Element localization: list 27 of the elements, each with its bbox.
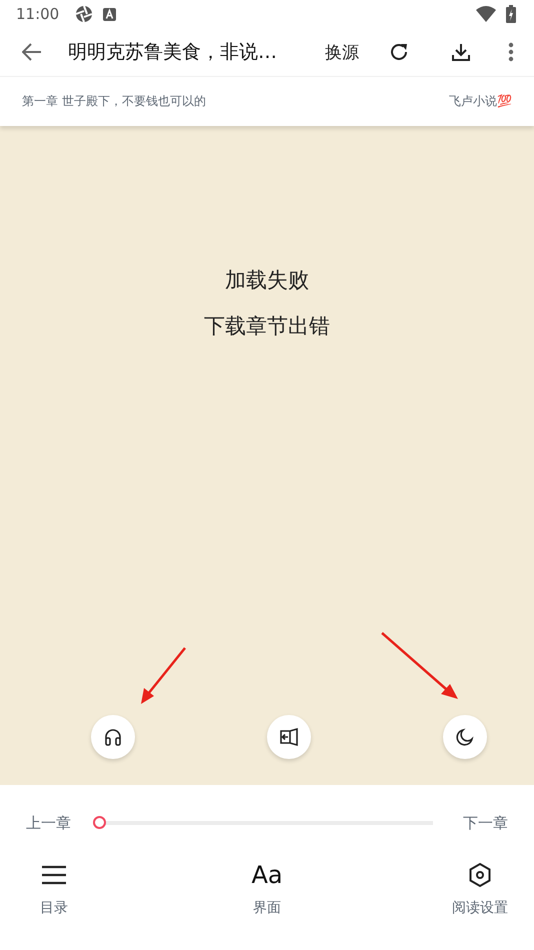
app-notification-icon bbox=[103, 8, 116, 20]
more-icon[interactable] bbox=[508, 42, 514, 62]
night-mode-button[interactable] bbox=[443, 715, 487, 759]
error-title: 加载失败 bbox=[225, 267, 309, 294]
book-source: 飞卢小说💯 bbox=[449, 93, 512, 110]
display-tab[interactable]: Aa 界面 bbox=[229, 861, 305, 917]
change-source-button[interactable]: 换源 bbox=[325, 40, 359, 64]
back-arrow-icon[interactable] bbox=[22, 43, 42, 61]
error-message: 下载章节出错 bbox=[204, 313, 330, 340]
settings-tab[interactable]: 阅读设置 bbox=[442, 861, 518, 917]
contents-tab[interactable]: 目录 bbox=[16, 861, 92, 917]
aperture-icon bbox=[75, 5, 94, 23]
refresh-icon[interactable] bbox=[389, 42, 409, 62]
headphones-icon bbox=[103, 727, 123, 747]
listen-button[interactable] bbox=[91, 715, 135, 759]
exit-button[interactable] bbox=[267, 715, 311, 759]
exit-icon bbox=[279, 727, 299, 747]
previous-chapter-button[interactable]: 上一章 bbox=[26, 814, 71, 832]
wifi-icon bbox=[476, 6, 496, 22]
settings-icon bbox=[468, 861, 492, 889]
status-time: 11:00 bbox=[16, 5, 60, 23]
battery-icon bbox=[506, 5, 516, 23]
next-chapter-button[interactable]: 下一章 bbox=[463, 814, 508, 832]
download-icon[interactable] bbox=[451, 42, 471, 62]
moon-icon bbox=[455, 727, 475, 747]
book-title: 明明克苏鲁美食，非说… bbox=[68, 40, 278, 65]
chapter-title: 第一章 世子殿下，不要钱也可以的 bbox=[22, 93, 206, 110]
